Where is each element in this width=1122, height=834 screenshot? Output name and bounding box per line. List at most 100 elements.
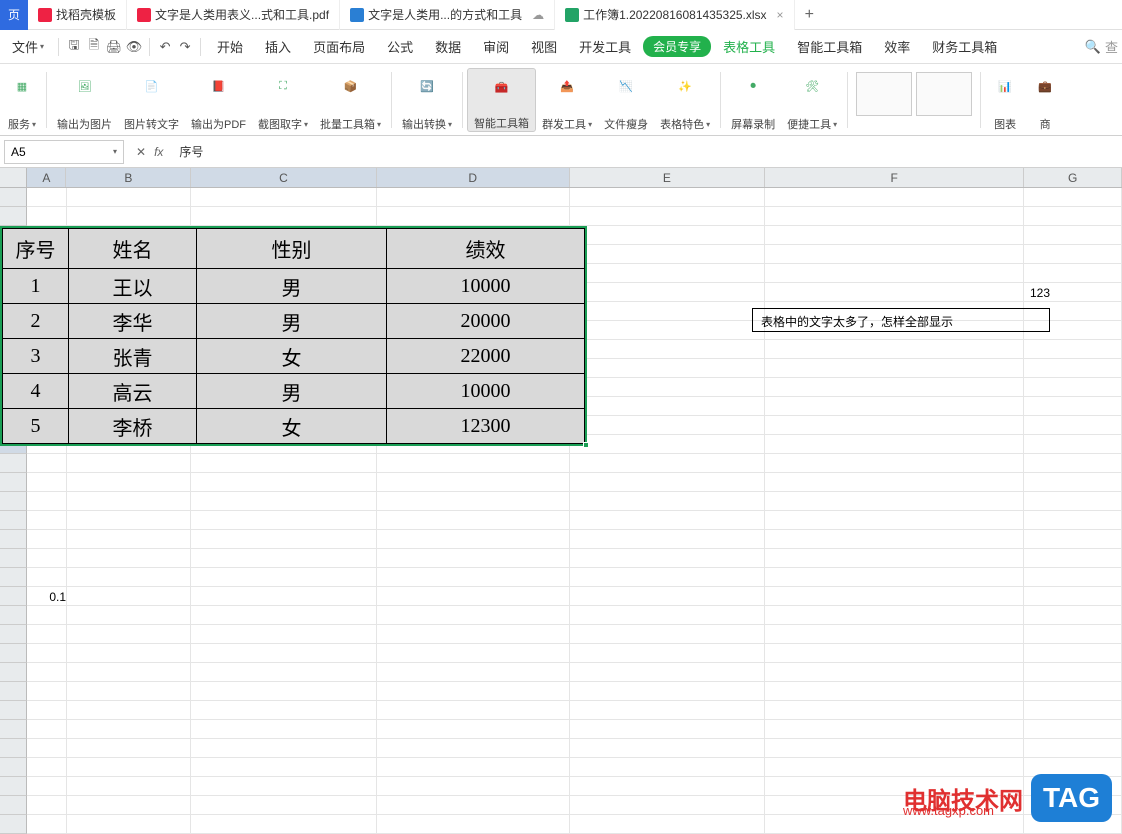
ribbon-screenshot[interactable]: ⛶截图取字▾ [252, 68, 314, 132]
ribbon-business[interactable]: 💼商 [1025, 68, 1065, 132]
template-icon [38, 8, 52, 22]
ribbon-features[interactable]: ✨表格特色▾ [654, 68, 716, 132]
col-header-f[interactable]: F [765, 168, 1025, 187]
header-name[interactable]: 姓名 [69, 229, 197, 269]
col-header-e[interactable]: E [570, 168, 765, 187]
cell[interactable]: 男 [197, 374, 387, 409]
cell[interactable]: 女 [197, 339, 387, 374]
tab-word[interactable]: 文字是人类用...的方式和工具 ☁ [340, 0, 555, 30]
tab-template[interactable]: 找稻壳模板 [28, 0, 127, 30]
preview-icon[interactable]: 👁 [125, 38, 143, 56]
menu-formula[interactable]: 公式 [377, 37, 423, 56]
col-header-c[interactable]: C [191, 168, 376, 187]
cell[interactable]: 女 [197, 409, 387, 444]
col-header-d[interactable]: D [377, 168, 570, 187]
chevron-down-icon: ▾ [40, 42, 44, 51]
formula-input[interactable]: 序号 [171, 143, 1122, 160]
cell[interactable]: 4 [3, 374, 69, 409]
chevron-down-icon: ▾ [113, 147, 117, 156]
cell[interactable]: 高云 [69, 374, 197, 409]
col-header-g[interactable]: G [1024, 168, 1122, 187]
cell[interactable]: 李华 [69, 304, 197, 339]
ribbon-smart-toolbox[interactable]: 🧰智能工具箱 [467, 68, 536, 132]
header-seq[interactable]: 序号 [3, 229, 69, 269]
home-tab[interactable]: 页 [0, 0, 28, 30]
biz-icon: 💼 [1031, 72, 1059, 100]
header-gender[interactable]: 性别 [197, 229, 387, 269]
separator [46, 72, 47, 128]
ribbon-ocr[interactable]: 📄图片转文字 [118, 68, 185, 132]
close-icon[interactable]: × [777, 8, 784, 22]
tab-pdf[interactable]: 文字是人类用表义...式和工具.pdf [127, 0, 340, 30]
ribbon-quick-tools[interactable]: 🛠便捷工具▾ [781, 68, 843, 132]
cell[interactable]: 王以 [69, 269, 197, 304]
cell[interactable]: 12300 [387, 409, 585, 444]
add-tab-button[interactable]: + [795, 6, 824, 24]
menu-view[interactable]: 视图 [521, 37, 567, 56]
fx-icon[interactable]: fx [154, 145, 163, 159]
cell[interactable]: 1 [3, 269, 69, 304]
tools-icon: 🛠 [798, 72, 826, 100]
template-thumbnails[interactable] [852, 68, 976, 120]
col-header-a[interactable]: A [27, 168, 66, 187]
chevron-down-icon: ▾ [706, 120, 710, 129]
star-icon: ✨ [671, 72, 699, 100]
ribbon-service[interactable]: ▦服务▾ [2, 68, 42, 132]
ribbon-record[interactable]: ⏺屏幕录制 [725, 68, 781, 132]
cell-value-01[interactable]: 0.1 [42, 590, 66, 604]
menu-vip[interactable]: 会员专享 [643, 36, 711, 57]
ribbon-chart[interactable]: 📊图表 [985, 68, 1025, 132]
cell[interactable]: 3 [3, 339, 69, 374]
menu-dev[interactable]: 开发工具 [569, 37, 641, 56]
select-all-corner[interactable] [0, 168, 27, 187]
cell[interactable]: 10000 [387, 374, 585, 409]
menu-efficiency[interactable]: 效率 [874, 37, 920, 56]
menu-data[interactable]: 数据 [425, 37, 471, 56]
ribbon-batch[interactable]: 📦批量工具箱▾ [314, 68, 387, 132]
convert-icon: 🔄 [413, 72, 441, 100]
selection-handle[interactable] [583, 442, 589, 448]
ribbon-compress[interactable]: 📉文件瘦身 [598, 68, 654, 132]
cell[interactable]: 男 [197, 269, 387, 304]
file-menu[interactable]: 文件▾ [4, 37, 52, 56]
cell[interactable]: 2 [3, 304, 69, 339]
header-perf[interactable]: 绩效 [387, 229, 585, 269]
ribbon-convert[interactable]: 🔄输出转换▾ [396, 68, 458, 132]
search-box[interactable]: 🔍查 [1085, 37, 1118, 56]
cell[interactable]: 男 [197, 304, 387, 339]
save-as-icon[interactable]: 🗎 [85, 38, 103, 56]
thumb-2[interactable] [916, 72, 972, 116]
service-icon: ▦ [8, 72, 36, 100]
cell[interactable]: 张青 [69, 339, 197, 374]
ribbon-broadcast[interactable]: 📤群发工具▾ [536, 68, 598, 132]
cell[interactable]: 李桥 [69, 409, 197, 444]
cell-value-123[interactable]: 123 [1020, 286, 1050, 300]
menu-table-tools[interactable]: 表格工具 [713, 37, 785, 56]
separator [847, 72, 848, 128]
print-icon[interactable]: 🖨 [105, 38, 123, 56]
word-icon [350, 8, 364, 22]
col-header-b[interactable]: B [66, 168, 191, 187]
thumb-1[interactable] [856, 72, 912, 116]
batch-icon: 📦 [337, 72, 365, 100]
cell[interactable]: 10000 [387, 269, 585, 304]
redo-icon[interactable]: ↷ [176, 38, 194, 56]
ribbon-export-image[interactable]: 🖼输出为图片 [51, 68, 118, 132]
cell[interactable]: 5 [3, 409, 69, 444]
cancel-icon[interactable]: ✕ [136, 145, 146, 159]
ribbon-export-pdf[interactable]: 📕输出为PDF [185, 68, 252, 132]
note-box[interactable]: 表格中的文字太多了，怎样全部显示 [752, 308, 1050, 332]
menu-insert[interactable]: 插入 [255, 37, 301, 56]
cell[interactable]: 22000 [387, 339, 585, 374]
undo-icon[interactable]: ↶ [156, 38, 174, 56]
save-icon[interactable]: 🖫 [65, 38, 83, 56]
menu-start[interactable]: 开始 [207, 37, 253, 56]
tab-label: 工作簿1.20220816081435325.xlsx [583, 6, 766, 23]
menu-finance[interactable]: 财务工具箱 [922, 37, 1007, 56]
menu-review[interactable]: 审阅 [473, 37, 519, 56]
name-box[interactable]: A5 ▾ [4, 140, 124, 164]
menu-smart-toolbox[interactable]: 智能工具箱 [787, 37, 872, 56]
menu-layout[interactable]: 页面布局 [303, 37, 375, 56]
tab-spreadsheet-active[interactable]: 工作簿1.20220816081435325.xlsx × [555, 0, 794, 30]
cell[interactable]: 20000 [387, 304, 585, 339]
